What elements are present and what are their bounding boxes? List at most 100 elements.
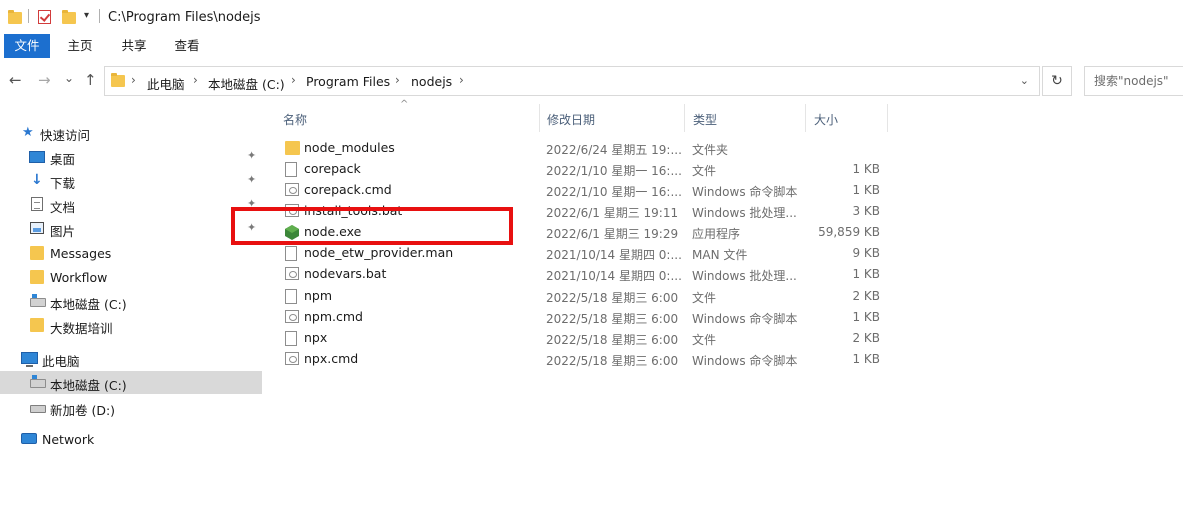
file-date: 2022/5/18 星期三 6:00 xyxy=(546,333,679,347)
recent-locations-icon[interactable]: ⌄ xyxy=(64,70,74,86)
tab-home[interactable]: 主页 xyxy=(58,34,102,58)
file-size: 1 KB xyxy=(852,352,880,366)
file-row-npx-cmd[interactable]: npx.cmd 2022/5/18 星期三 6:00 Windows 命令脚本 … xyxy=(274,349,1183,370)
picture-icon xyxy=(30,222,44,234)
column-header-label: 类型 xyxy=(693,113,718,127)
sidebar-item-desktop[interactable]: 桌面 ✦ xyxy=(0,145,262,168)
sidebar-item-label: 下载 xyxy=(50,176,76,191)
column-header-size[interactable]: 大小 xyxy=(805,104,888,132)
file-row-corepack-cmd[interactable]: corepack.cmd 2022/1/10 星期一 16:... Window… xyxy=(274,180,1183,201)
toolbar-divider xyxy=(28,9,29,23)
file-row-node-etw-provider[interactable]: node_etw_provider.man 2021/10/14 星期四 0:.… xyxy=(274,243,1183,264)
column-header-label: 名称 xyxy=(283,113,308,127)
file-type: Windows 命令脚本 xyxy=(692,354,798,368)
breadcrumb-separator[interactable]: › xyxy=(395,73,400,87)
breadcrumb-separator[interactable]: › xyxy=(291,73,296,87)
new-folder-icon[interactable] xyxy=(62,10,76,24)
breadcrumb-separator[interactable]: › xyxy=(131,73,136,87)
sidebar-item-messages[interactable]: Messages xyxy=(0,242,262,265)
file-name: nodevars.bat xyxy=(304,266,387,281)
tab-view[interactable]: 查看 xyxy=(165,34,209,58)
file-name: npx xyxy=(304,330,328,345)
file-date: 2022/5/18 星期三 6:00 xyxy=(546,291,679,305)
folder-icon xyxy=(30,270,44,284)
file-size: 2 KB xyxy=(852,289,880,303)
tab-file[interactable]: 文件 xyxy=(4,34,50,58)
file-date: 2022/1/10 星期一 16:... xyxy=(546,185,682,199)
sidebar-item-label: 快速访问 xyxy=(40,128,91,143)
script-icon xyxy=(285,310,299,323)
sidebar-item-this-pc[interactable]: 此电脑 xyxy=(0,347,262,370)
sidebar-item-pictures[interactable]: 图片 ✦ xyxy=(0,217,262,240)
sidebar-item-label: Workflow xyxy=(50,270,108,285)
column-header-type[interactable]: 类型 xyxy=(684,104,806,132)
sidebar-item-quick-access[interactable]: ★ 快速访问 xyxy=(0,121,262,144)
sidebar-item-workflow[interactable]: Workflow xyxy=(0,266,262,289)
file-row-nodevars[interactable]: nodevars.bat 2021/10/14 星期四 0:... Window… xyxy=(274,264,1183,285)
sidebar-item-local-disk-c[interactable]: 本地磁盘 (C:) xyxy=(0,290,262,313)
sidebar-item-label: Network xyxy=(42,432,95,447)
file-type: 文件 xyxy=(692,291,717,305)
file-name: node_etw_provider.man xyxy=(304,245,454,260)
breadcrumb-local-disk[interactable]: 本地磁盘 (C:) xyxy=(208,74,285,93)
quick-access-dropdown-icon[interactable]: ▾ xyxy=(84,10,89,21)
file-date: 2022/6/1 星期三 19:11 xyxy=(546,206,679,220)
file-icon xyxy=(285,289,297,304)
search-box[interactable] xyxy=(1084,66,1183,96)
pin-icon[interactable]: ✦ xyxy=(247,149,256,162)
file-size: 1 KB xyxy=(852,310,880,324)
address-bar[interactable]: › 此电脑 › 本地磁盘 (C:) › Program Files › node… xyxy=(104,66,1040,96)
sidebar-item-new-volume-d[interactable]: 新加卷 (D:) xyxy=(0,396,262,419)
drive-icon xyxy=(30,375,46,388)
forward-arrow-icon[interactable]: → xyxy=(38,72,51,88)
column-header-date[interactable]: 修改日期 xyxy=(538,104,685,132)
folder-icon xyxy=(111,73,125,87)
file-row-npm-cmd[interactable]: npm.cmd 2022/5/18 星期三 6:00 Windows 命令脚本 … xyxy=(274,307,1183,328)
file-icon xyxy=(285,331,297,346)
up-arrow-icon[interactable]: ↑ xyxy=(84,72,97,88)
file-row-npx[interactable]: npx 2022/5/18 星期三 6:00 文件 2 KB xyxy=(274,328,1183,349)
file-date: 2022/6/1 星期三 19:29 xyxy=(546,227,679,241)
file-name: npm.cmd xyxy=(304,309,363,324)
file-row-node-modules[interactable]: node_modules 2022/6/24 星期五 19:... 文件夹 xyxy=(274,138,1183,159)
sidebar-item-label: 新加卷 (D:) xyxy=(50,403,116,418)
sidebar-item-local-disk-c-selected[interactable]: 本地磁盘 (C:) xyxy=(0,371,262,394)
sidebar-item-label: 文档 xyxy=(50,200,76,215)
title-bar: ▾ C:\Program Files\nodejs xyxy=(0,0,1183,34)
pc-icon xyxy=(21,352,38,367)
refresh-button[interactable]: ↻ xyxy=(1042,66,1072,96)
network-icon xyxy=(21,433,37,444)
sidebar-item-downloads[interactable]: ↓ 下载 ✦ xyxy=(0,169,262,192)
file-size: 1 KB xyxy=(852,267,880,281)
file-type: 文件 xyxy=(692,164,717,178)
breadcrumb-this-pc[interactable]: 此电脑 xyxy=(147,74,185,93)
annotation-highlight-box xyxy=(231,207,513,245)
file-date: 2021/10/14 星期四 0:... xyxy=(546,248,682,262)
file-date: 2022/1/10 星期一 16:... xyxy=(546,164,682,178)
address-dropdown-icon[interactable]: ⌄ xyxy=(1020,74,1029,87)
file-date: 2022/5/18 星期三 6:00 xyxy=(546,312,679,326)
properties-icon[interactable] xyxy=(38,10,51,24)
breadcrumb-program-files[interactable]: Program Files xyxy=(306,74,390,89)
file-type: MAN 文件 xyxy=(692,248,748,262)
breadcrumb-nodejs[interactable]: nodejs xyxy=(411,74,452,89)
tab-share[interactable]: 共享 xyxy=(112,34,156,58)
sidebar-item-big-data-training[interactable]: 大数据培训 xyxy=(0,314,262,337)
drive-icon xyxy=(30,294,46,307)
file-name: npx.cmd xyxy=(304,351,359,366)
file-date: 2021/10/14 星期四 0:... xyxy=(546,269,682,283)
sidebar-item-documents[interactable]: 文档 ✦ xyxy=(0,193,262,216)
search-input[interactable] xyxy=(1085,67,1183,95)
breadcrumb-separator[interactable]: › xyxy=(459,73,464,87)
back-arrow-icon[interactable]: ← xyxy=(9,72,22,88)
ribbon-tabs: 文件 主页 共享 查看 xyxy=(0,34,1183,58)
file-size: 9 KB xyxy=(852,246,880,260)
sidebar-item-network[interactable]: Network xyxy=(0,428,262,451)
column-header-name[interactable]: ^ 名称 xyxy=(274,99,540,132)
document-icon xyxy=(31,197,43,211)
breadcrumb-separator[interactable]: › xyxy=(193,73,198,87)
file-row-corepack[interactable]: corepack 2022/1/10 星期一 16:... 文件 1 KB xyxy=(274,159,1183,180)
pin-icon[interactable]: ✦ xyxy=(247,173,256,186)
file-name: node_modules xyxy=(304,140,395,155)
file-row-npm[interactable]: npm 2022/5/18 星期三 6:00 文件 2 KB xyxy=(274,286,1183,307)
